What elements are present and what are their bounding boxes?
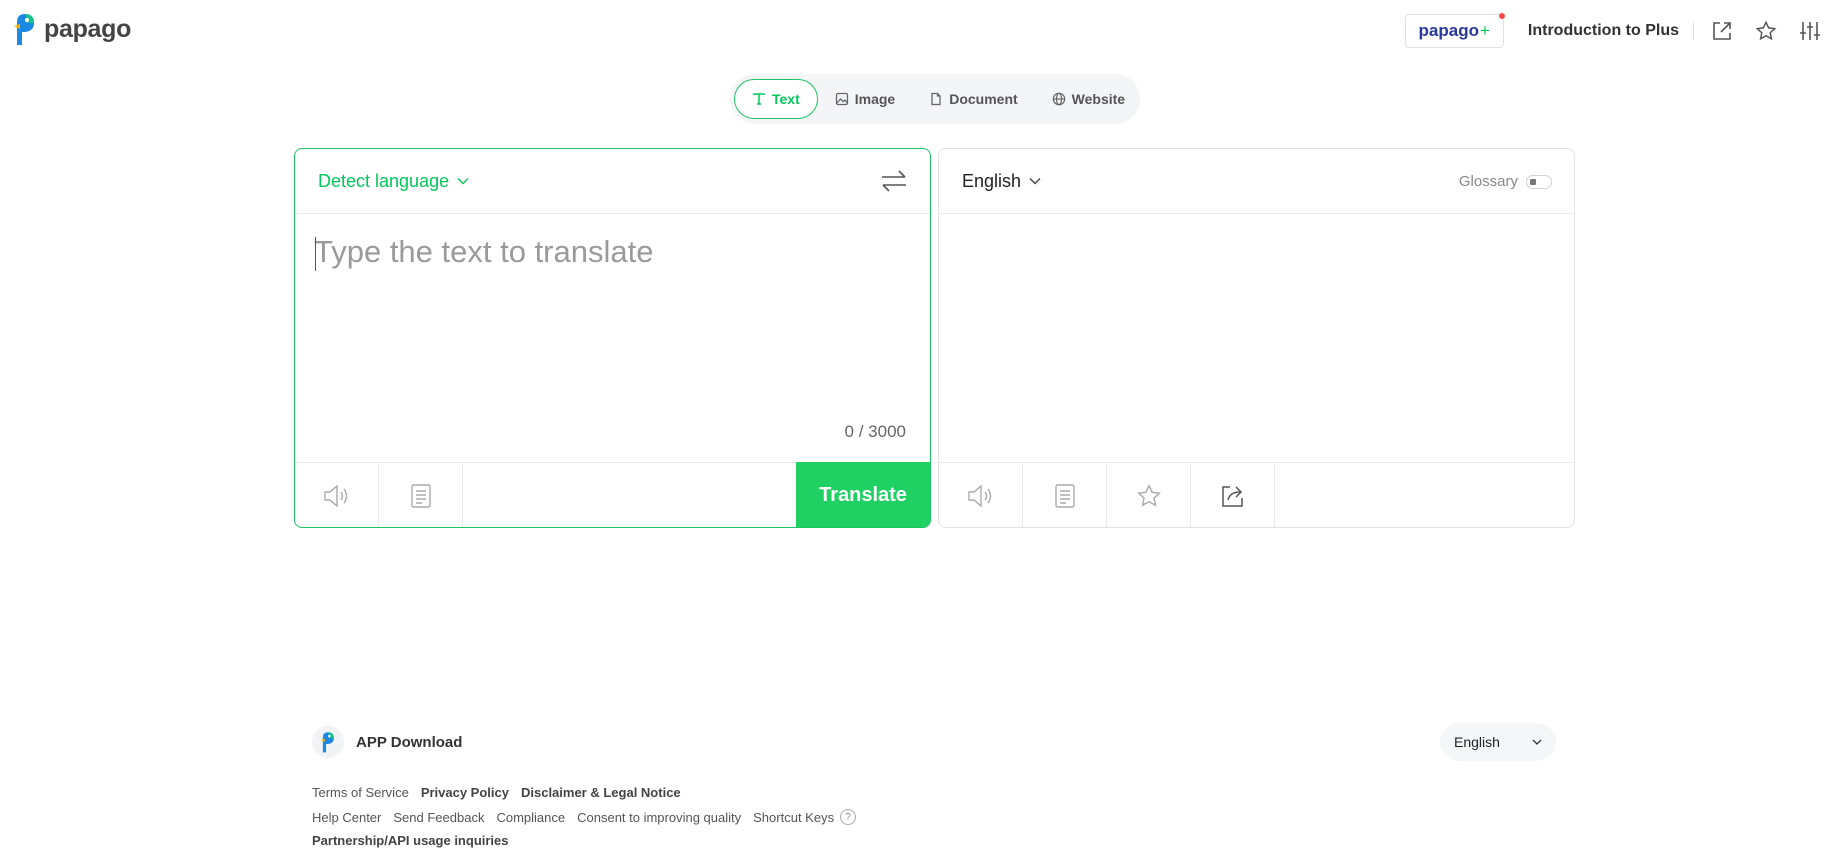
target-language-select[interactable]: English	[962, 171, 1041, 192]
footer-links-row-3: Partnership/API usage inquiries	[312, 833, 509, 848]
privacy-policy-link[interactable]: Privacy Policy	[421, 785, 509, 800]
footer-links-row-1: Terms of Service Privacy Policy Disclaim…	[312, 785, 681, 800]
swap-languages-icon[interactable]	[880, 169, 908, 198]
chevron-down-icon	[1532, 739, 1542, 745]
plus-badge-name: papago	[1418, 21, 1479, 40]
shortcut-keys-link[interactable]: Shortcut Keys	[753, 810, 834, 825]
target-favorite-button[interactable]	[1107, 463, 1191, 527]
consent-quality-link[interactable]: Consent to improving quality	[577, 810, 741, 825]
papago-logo[interactable]: papago	[12, 12, 131, 46]
target-copy-button[interactable]	[1023, 463, 1107, 527]
tab-website-label: Website	[1071, 91, 1126, 107]
text-cursor	[315, 237, 316, 271]
target-share-button[interactable]	[1191, 463, 1275, 527]
site-language-select[interactable]: English	[1440, 723, 1556, 761]
text-icon	[753, 93, 765, 105]
tab-text[interactable]: Text	[734, 79, 818, 119]
glossary-toggle[interactable]	[1526, 174, 1552, 189]
speaker-icon	[323, 483, 347, 508]
source-text-input[interactable]	[314, 234, 904, 404]
papago-app-icon	[312, 726, 344, 758]
translation-output	[939, 214, 1574, 462]
speaker-icon	[967, 483, 991, 508]
source-language-label: Detect language	[318, 170, 450, 191]
partnership-api-link[interactable]: Partnership/API usage inquiries	[312, 833, 509, 848]
introduction-to-plus-link[interactable]: Introduction to Plus	[1528, 22, 1679, 40]
star-icon	[1136, 483, 1161, 507]
tab-document-label: Document	[949, 91, 1018, 107]
mode-tabs: Text Image Document Website	[730, 74, 1140, 124]
chevron-down-icon	[1029, 178, 1041, 185]
plus-badge-suffix: +	[1479, 21, 1490, 40]
papago-parrot-icon	[14, 14, 34, 45]
globe-icon	[1052, 92, 1065, 106]
app-download[interactable]: APP Download	[312, 726, 462, 758]
character-counter: 0 / 3000	[844, 422, 906, 441]
open-new-window-icon[interactable]	[1710, 19, 1734, 43]
translate-button[interactable]: Translate	[796, 462, 930, 527]
compliance-link[interactable]: Compliance	[496, 810, 565, 825]
glossary-control: Glossary	[1459, 173, 1552, 190]
settings-sliders-icon[interactable]	[1798, 19, 1822, 43]
tab-image-label: Image	[854, 91, 896, 107]
copy-document-icon	[1054, 483, 1075, 508]
target-panel: English Glossary	[938, 148, 1575, 528]
help-center-link[interactable]: Help Center	[312, 810, 381, 825]
tab-document[interactable]: Document	[912, 79, 1034, 119]
header-divider	[1693, 22, 1694, 40]
source-language-select[interactable]: Detect language	[318, 171, 469, 192]
send-feedback-link[interactable]: Send Feedback	[393, 810, 484, 825]
source-panel: Detect language 0 / 3000 Translate	[294, 148, 931, 528]
document-icon	[931, 92, 941, 106]
source-listen-button[interactable]	[295, 463, 379, 527]
share-icon	[1221, 485, 1243, 507]
target-language-label: English	[962, 170, 1022, 191]
tab-image[interactable]: Image	[818, 79, 912, 119]
copy-document-icon	[410, 483, 431, 508]
logo-text: papago	[44, 14, 132, 43]
footer-links-row-2: Help Center Send Feedback Compliance Con…	[312, 809, 857, 825]
terms-of-service-link[interactable]: Terms of Service	[312, 785, 409, 800]
glossary-label: Glossary	[1458, 173, 1518, 190]
notification-dot	[1498, 13, 1505, 19]
target-listen-button[interactable]	[939, 463, 1023, 527]
favorites-star-icon[interactable]	[1754, 19, 1778, 43]
help-question-icon[interactable]: ?	[840, 809, 857, 825]
chevron-down-icon	[457, 178, 469, 185]
source-copy-button[interactable]	[379, 463, 463, 527]
tab-text-label: Text	[772, 91, 800, 107]
tab-website[interactable]: Website	[1035, 79, 1142, 119]
disclaimer-link[interactable]: Disclaimer & Legal Notice	[521, 785, 681, 800]
site-language-label: English	[1454, 734, 1500, 750]
image-icon	[835, 92, 848, 106]
app-download-label: APP Download	[356, 733, 463, 751]
papago-plus-badge[interactable]: papago +	[1404, 13, 1505, 48]
